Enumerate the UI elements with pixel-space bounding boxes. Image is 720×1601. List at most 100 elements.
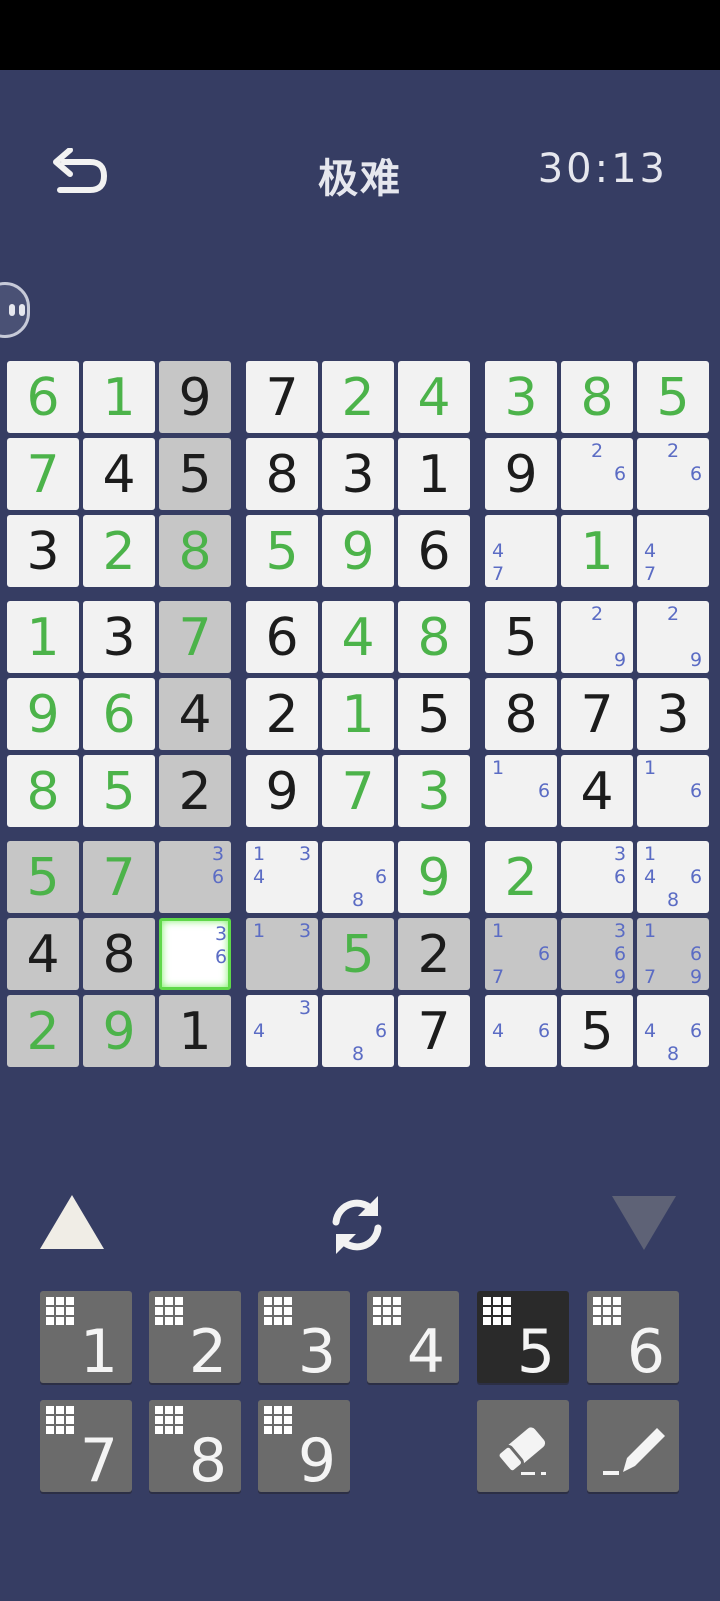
cell-r8c2[interactable]: 8 bbox=[83, 918, 155, 990]
cell-r1c3[interactable]: 9 bbox=[159, 361, 231, 433]
cell-value: 5 bbox=[656, 368, 690, 428]
cell-r8c1[interactable]: 4 bbox=[7, 918, 79, 990]
cell-r2c9[interactable]: 26 bbox=[637, 438, 709, 510]
triangle-down-icon[interactable] bbox=[612, 1196, 676, 1250]
cell-r7c2[interactable]: 7 bbox=[83, 841, 155, 913]
digit-key-6[interactable]: 6 bbox=[587, 1291, 679, 1387]
cell-r9c1[interactable]: 2 bbox=[7, 995, 79, 1067]
cell-r7c7[interactable]: 2 bbox=[485, 841, 557, 913]
cell-r1c6[interactable]: 4 bbox=[398, 361, 470, 433]
cell-r6c3[interactable]: 2 bbox=[159, 755, 231, 827]
cell-r4c9[interactable]: 29 bbox=[637, 601, 709, 673]
cell-r9c6[interactable]: 7 bbox=[398, 995, 470, 1067]
cell-r7c1[interactable]: 5 bbox=[7, 841, 79, 913]
cell-r2c2[interactable]: 4 bbox=[83, 438, 155, 510]
cell-r8c4[interactable]: 13 bbox=[246, 918, 318, 990]
cell-r8c9[interactable]: 1679 bbox=[637, 918, 709, 990]
cell-r5c2[interactable]: 6 bbox=[83, 678, 155, 750]
cell-r1c5[interactable]: 2 bbox=[322, 361, 394, 433]
eraser-button[interactable] bbox=[477, 1400, 569, 1492]
refresh-icon[interactable] bbox=[324, 1192, 390, 1258]
cell-r3c1[interactable]: 3 bbox=[7, 515, 79, 587]
cell-r4c7[interactable]: 5 bbox=[485, 601, 557, 673]
cell-r4c3[interactable]: 7 bbox=[159, 601, 231, 673]
triangle-up-icon[interactable] bbox=[40, 1195, 104, 1249]
digit-key-4[interactable]: 4 bbox=[367, 1291, 459, 1387]
cell-r2c5[interactable]: 3 bbox=[322, 438, 394, 510]
cell-r8c5[interactable]: 5 bbox=[322, 918, 394, 990]
cell-r5c3[interactable]: 4 bbox=[159, 678, 231, 750]
cell-r8c8[interactable]: 369 bbox=[561, 918, 633, 990]
cell-r2c3[interactable]: 5 bbox=[159, 438, 231, 510]
cell-r6c5[interactable]: 7 bbox=[322, 755, 394, 827]
cell-r2c1[interactable]: 7 bbox=[7, 438, 79, 510]
cell-r9c8[interactable]: 5 bbox=[561, 995, 633, 1067]
cell-r3c2[interactable]: 2 bbox=[83, 515, 155, 587]
cell-r9c7[interactable]: 46 bbox=[485, 995, 557, 1067]
cell-r2c7[interactable]: 9 bbox=[485, 438, 557, 510]
cell-r3c9[interactable]: 47 bbox=[637, 515, 709, 587]
cell-r1c7[interactable]: 3 bbox=[485, 361, 557, 433]
cell-r6c6[interactable]: 3 bbox=[398, 755, 470, 827]
cell-r9c4[interactable]: 34 bbox=[246, 995, 318, 1067]
cell-r4c8[interactable]: 29 bbox=[561, 601, 633, 673]
cell-r1c2[interactable]: 1 bbox=[83, 361, 155, 433]
cell-r4c5[interactable]: 4 bbox=[322, 601, 394, 673]
digit-key-8[interactable]: 8 bbox=[149, 1400, 241, 1496]
cell-r9c9[interactable]: 4 68 bbox=[637, 995, 709, 1067]
cell-r3c3[interactable]: 8 bbox=[159, 515, 231, 587]
cell-r7c8[interactable]: 36 bbox=[561, 841, 633, 913]
cell-r5c8[interactable]: 7 bbox=[561, 678, 633, 750]
cell-r4c6[interactable]: 8 bbox=[398, 601, 470, 673]
digit-key-5[interactable]: 5 bbox=[477, 1291, 569, 1387]
cell-r4c1[interactable]: 1 bbox=[7, 601, 79, 673]
cell-r1c8[interactable]: 8 bbox=[561, 361, 633, 433]
digit-key-3[interactable]: 3 bbox=[258, 1291, 350, 1387]
digit-key-2[interactable]: 2 bbox=[149, 1291, 241, 1387]
cell-r3c6[interactable]: 6 bbox=[398, 515, 470, 587]
cell-r5c6[interactable]: 5 bbox=[398, 678, 470, 750]
cell-value: 9 bbox=[102, 1002, 136, 1062]
pencil-button[interactable] bbox=[587, 1400, 679, 1492]
cell-r8c7[interactable]: 1 6 7 bbox=[485, 918, 557, 990]
cell-r9c2[interactable]: 9 bbox=[83, 995, 155, 1067]
cell-r3c4[interactable]: 5 bbox=[246, 515, 318, 587]
digit-key-7[interactable]: 7 bbox=[40, 1400, 132, 1496]
cell-r5c1[interactable]: 9 bbox=[7, 678, 79, 750]
cell-r3c7[interactable]: 47 bbox=[485, 515, 557, 587]
cell-r1c9[interactable]: 5 bbox=[637, 361, 709, 433]
cell-r6c9[interactable]: 16 bbox=[637, 755, 709, 827]
cell-r5c4[interactable]: 2 bbox=[246, 678, 318, 750]
digit-key-9[interactable]: 9 bbox=[258, 1400, 350, 1496]
cell-r4c4[interactable]: 6 bbox=[246, 601, 318, 673]
cell-r7c5[interactable]: 68 bbox=[322, 841, 394, 913]
cell-r1c4[interactable]: 7 bbox=[246, 361, 318, 433]
cell-r7c3[interactable]: 36 bbox=[159, 841, 231, 913]
digit-key-1[interactable]: 1 bbox=[40, 1291, 132, 1387]
cell-r4c2[interactable]: 3 bbox=[83, 601, 155, 673]
cell-r6c7[interactable]: 16 bbox=[485, 755, 557, 827]
cell-value: 9 bbox=[417, 848, 451, 908]
cell-r6c4[interactable]: 9 bbox=[246, 755, 318, 827]
cell-value: 2 bbox=[26, 1002, 60, 1062]
cell-r3c8[interactable]: 1 bbox=[561, 515, 633, 587]
cell-value: 8 bbox=[26, 762, 60, 822]
cell-r6c8[interactable]: 4 bbox=[561, 755, 633, 827]
cell-r2c6[interactable]: 1 bbox=[398, 438, 470, 510]
cell-r5c5[interactable]: 1 bbox=[322, 678, 394, 750]
cell-r7c9[interactable]: 14 68 bbox=[637, 841, 709, 913]
cell-r5c7[interactable]: 8 bbox=[485, 678, 557, 750]
cell-r8c6[interactable]: 2 bbox=[398, 918, 470, 990]
cell-r2c8[interactable]: 26 bbox=[561, 438, 633, 510]
cell-r5c9[interactable]: 3 bbox=[637, 678, 709, 750]
cell-r9c3[interactable]: 1 bbox=[159, 995, 231, 1067]
cell-r9c5[interactable]: 68 bbox=[322, 995, 394, 1067]
cell-r6c1[interactable]: 8 bbox=[7, 755, 79, 827]
cell-r7c6[interactable]: 9 bbox=[398, 841, 470, 913]
cell-r8c3[interactable]: 36 bbox=[159, 918, 231, 990]
cell-r3c5[interactable]: 9 bbox=[322, 515, 394, 587]
cell-r6c2[interactable]: 5 bbox=[83, 755, 155, 827]
cell-r7c4[interactable]: 1 3 4 bbox=[246, 841, 318, 913]
cell-r2c4[interactable]: 8 bbox=[246, 438, 318, 510]
cell-r1c1[interactable]: 6 bbox=[7, 361, 79, 433]
